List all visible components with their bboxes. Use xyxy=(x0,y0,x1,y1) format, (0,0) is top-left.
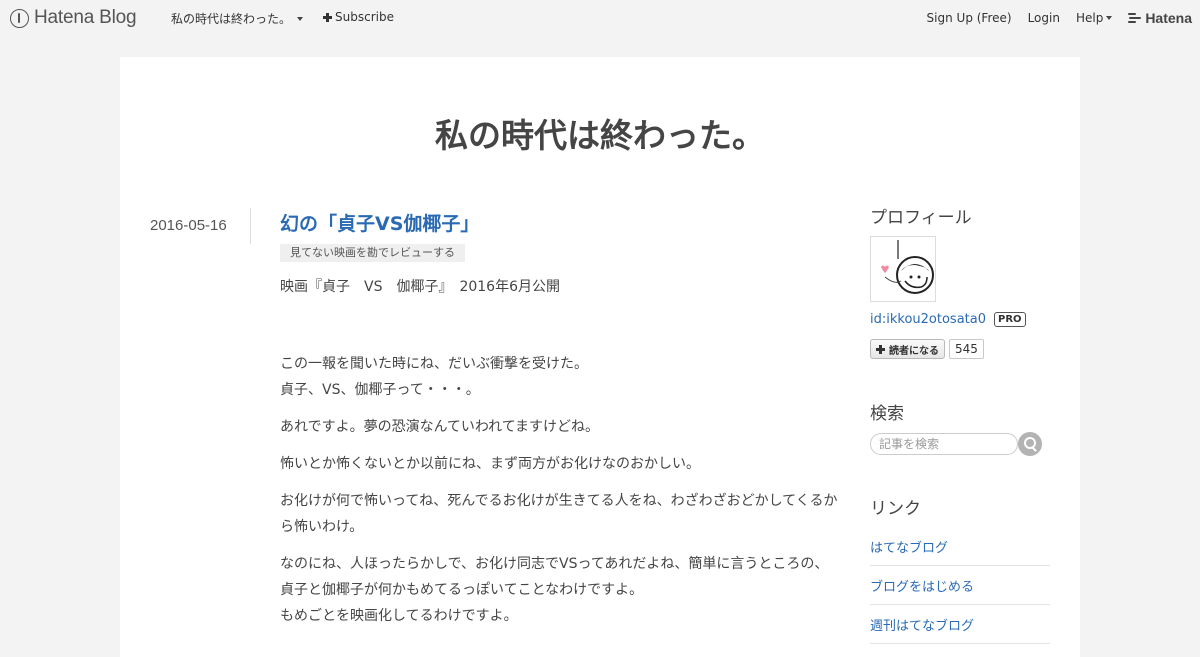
entry-paragraph: 映画『貞子 VS 伽椰子』 2016年6月公開 xyxy=(280,278,560,295)
link-list: はてなブログ ブログをはじめる 週刊はてなブログ xyxy=(870,527,1050,644)
entry-paragraph: なのにね、人ほったらかしで、お化け同志でVSってあれだよね、簡単に言うところの、… xyxy=(280,551,842,629)
pro-badge: PRO xyxy=(994,312,1026,327)
search-module: 検索 xyxy=(870,399,1050,456)
links-title: リンク xyxy=(870,499,921,519)
category-tag[interactable]: 見てない映画を勘でレビューする xyxy=(280,243,465,262)
entry-line: 貞子、VS、伽椰子って・・・。 xyxy=(280,381,480,398)
reader-button-label: 読者になる xyxy=(889,345,939,357)
profile-id-link[interactable]: id:ikkou2otosata0 xyxy=(870,312,986,327)
entry-line: なのにね、人ほったらかしで、お化け同志でVSってあれだよね、簡単に言うところの、 xyxy=(280,555,829,572)
entry-paragraph: この一報を聞いた時にね、だいぶ衝撃を受けた。 貞子、VS、伽椰子って・・・。 xyxy=(280,351,842,403)
plus-icon xyxy=(876,344,885,354)
search-input[interactable] xyxy=(870,433,1018,455)
hatena-mark-icon xyxy=(1128,13,1142,23)
list-item: 週刊はてなブログ xyxy=(870,605,1050,644)
date-divider xyxy=(250,208,251,244)
links-module: リンク はてなブログ ブログをはじめる 週刊はてなブログ xyxy=(870,494,1050,644)
hatena-blog-logo[interactable]: Hatena Blog xyxy=(10,7,137,29)
chevron-down-icon xyxy=(297,16,304,21)
subscribe-reader-button[interactable]: 読者になる xyxy=(870,339,945,359)
blog-name-dropdown[interactable]: 私の時代は終わった。 xyxy=(171,10,304,27)
blog-title[interactable]: 私の時代は終わった。 xyxy=(120,109,1080,157)
chevron-down-icon xyxy=(1106,16,1113,20)
search-title: 検索 xyxy=(870,404,904,424)
list-item: ブログをはじめる xyxy=(870,566,1050,605)
help-label: Help xyxy=(1075,11,1104,25)
sidebar: プロフィール id:ikkou2otosata0 PRO 読者になる 545 検… xyxy=(870,203,1050,644)
hatena-label: Hatena xyxy=(1145,10,1192,26)
avatar[interactable] xyxy=(870,236,936,302)
link-weekly-hatena-blog[interactable]: 週刊はてなブログ xyxy=(870,619,974,634)
avatar-illustration-icon xyxy=(881,240,934,294)
header-right-menu: Sign Up (Free) Login Help Hatena xyxy=(911,10,1192,26)
subscribe-label: Subscribe xyxy=(335,10,394,24)
entry-article: 幻の「貞子VS伽椰子」 見てない映画を勘でレビューする 映画『貞子 VS 伽椰子… xyxy=(280,212,842,640)
subscribe-button[interactable]: Subscribe xyxy=(323,10,394,24)
hatena-logo-icon xyxy=(10,8,29,28)
entry-line: もめごとを映画化してるわけですよ。 xyxy=(280,607,518,624)
logo-text: Hatena Blog xyxy=(34,7,137,28)
entry-body: 映画『貞子 VS 伽椰子』 2016年6月公開 この一報を聞いた時にね、だいぶ衝… xyxy=(280,274,842,629)
entry-paragraph: 怖いとか怖くないとか以前にね、まず両方がお化けなのおかしい。 xyxy=(280,455,700,472)
plus-icon xyxy=(323,12,332,22)
link-start-blog[interactable]: ブログをはじめる xyxy=(870,580,974,595)
hatena-link[interactable]: Hatena xyxy=(1128,10,1192,26)
entry-line: この一報を聞いた時にね、だいぶ衝撃を受けた。 xyxy=(280,355,588,372)
profile-title: プロフィール xyxy=(870,208,972,228)
login-link[interactable]: Login xyxy=(1028,11,1060,25)
entry-date[interactable]: 2016-05-16 xyxy=(150,217,227,234)
link-hatena-blog[interactable]: はてなブログ xyxy=(870,541,948,556)
list-item: はてなブログ xyxy=(870,527,1050,566)
entry-paragraph: お化けが何で怖いってね、死んでるお化けが生きてる人をね、わざわざおどかしてくるか… xyxy=(280,492,838,535)
signup-link[interactable]: Sign Up (Free) xyxy=(927,11,1012,25)
blog-container: 私の時代は終わった。 2016-05-16 幻の「貞子VS伽椰子」 見てない映画… xyxy=(120,57,1080,657)
blog-name-label: 私の時代は終わった。 xyxy=(171,12,292,26)
search-button[interactable] xyxy=(1018,432,1042,456)
help-menu[interactable]: Help xyxy=(1075,11,1113,25)
global-header: Hatena Blog 私の時代は終わった。 Subscribe Sign Up… xyxy=(0,0,1200,36)
entry-line: 貞子と伽椰子が何かもめてるっぽいてことなわけですよ。 xyxy=(280,581,644,598)
entry-title[interactable]: 幻の「貞子VS伽椰子」 xyxy=(280,212,842,238)
reader-count-badge[interactable]: 545 xyxy=(949,339,984,359)
entry-paragraph: あれですよ。夢の恐演なんていわれてますけどね。 xyxy=(280,418,600,435)
profile-module: プロフィール id:ikkou2otosata0 PRO 読者になる 545 xyxy=(870,203,1050,359)
